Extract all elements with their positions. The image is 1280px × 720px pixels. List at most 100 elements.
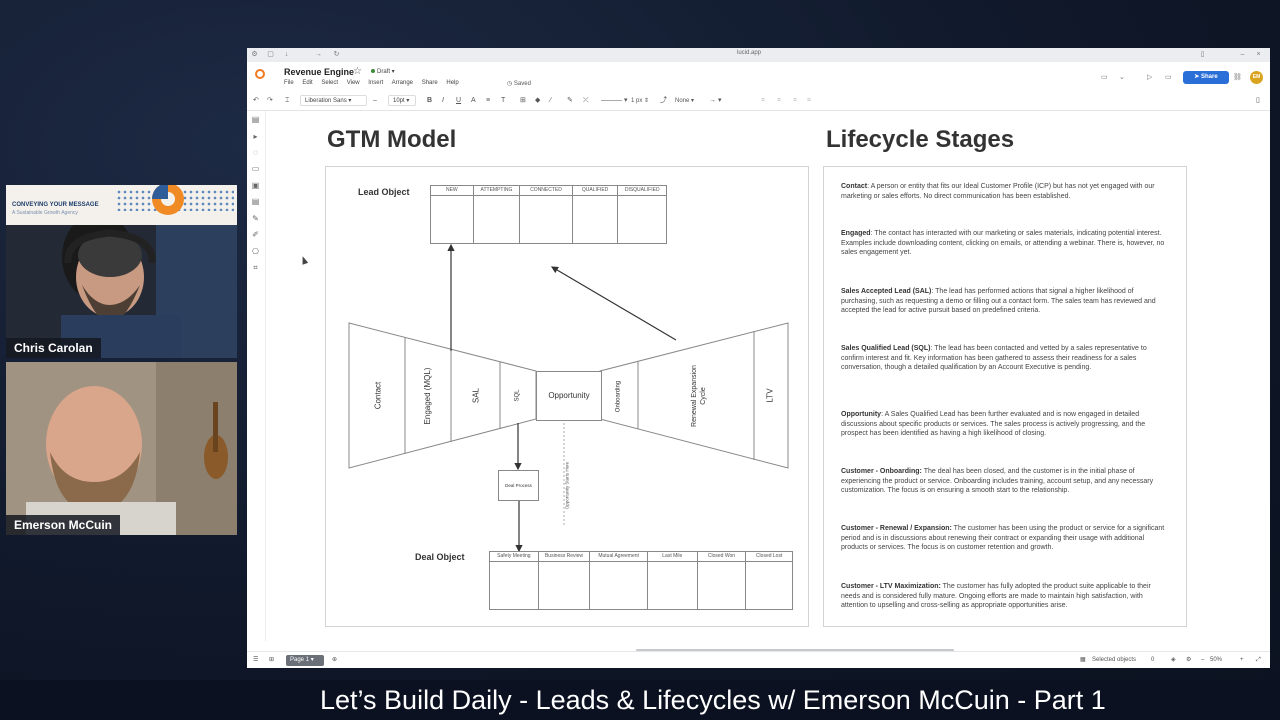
gtm-model-title[interactable]: GTM Model: [327, 126, 456, 154]
deal-object-table[interactable]: Safety Meeting Business Review Mutual Ag…: [489, 551, 793, 610]
funnel-stage-sql[interactable]: SQL: [514, 376, 523, 416]
star-icon[interactable]: ☆: [353, 66, 362, 77]
lifecycle-item[interactable]: Sales Qualified Lead (SQL): The lead has…: [841, 344, 1171, 373]
bold-icon[interactable]: B: [427, 96, 432, 106]
chevron-down-icon[interactable]: ⌄: [1119, 73, 1125, 81]
user-avatar[interactable]: EM: [1250, 71, 1263, 84]
text-color-icon[interactable]: A: [471, 96, 476, 106]
undo-icon[interactable]: ↶: [253, 96, 259, 106]
deal-col-mutual-agreement[interactable]: Mutual Agreement: [590, 552, 648, 609]
deal-process-box[interactable]: Deal Process: [498, 470, 539, 501]
text-options-icon[interactable]: T: [501, 96, 505, 106]
menu-edit[interactable]: Edit: [302, 80, 312, 86]
document-title[interactable]: Revenue Engine: [284, 67, 354, 77]
stroke-width-select[interactable]: 1 px ⇕: [631, 96, 649, 106]
underline-icon[interactable]: U: [456, 96, 461, 106]
lifecycle-item[interactable]: Customer - LTV Maximization: The custome…: [841, 582, 1171, 611]
fill-color-icon[interactable]: ◆: [535, 96, 540, 106]
line-color-icon[interactable]: ∕: [550, 96, 551, 106]
plugin-icon[interactable]: ⎔: [251, 247, 260, 256]
window-extension-icon[interactable]: ▯: [1199, 51, 1206, 58]
more-icon[interactable]: ⌗: [807, 96, 811, 106]
arrow-end-select[interactable]: → ▾: [709, 96, 721, 106]
menu-arrange[interactable]: Arrange: [392, 80, 413, 86]
lifecycle-panel[interactable]: Contact: A person or entity that fits ou…: [823, 166, 1187, 627]
download-icon[interactable]: ↓: [283, 51, 290, 58]
menu-view[interactable]: View: [347, 80, 360, 86]
link-icon[interactable]: ⛓: [1233, 73, 1242, 81]
page-list-icon[interactable]: ☰: [253, 656, 258, 665]
gtm-diagram[interactable]: Lead Object NEW ATTEMPTING CONNECTED QUA…: [325, 166, 809, 627]
sidebar-toggle-icon[interactable]: ▢: [267, 51, 274, 58]
video-icon[interactable]: ▭: [1165, 73, 1172, 81]
layers-icon[interactable]: ◈: [1171, 656, 1176, 665]
lifecycle-item[interactable]: Customer - Onboarding: The deal has been…: [841, 467, 1171, 496]
lock-icon[interactable]: ⌗: [777, 96, 781, 106]
window-close-icon[interactable]: ×: [1255, 51, 1262, 58]
menu-file[interactable]: File: [284, 80, 294, 86]
selected-objects-label[interactable]: Selected objects: [1092, 656, 1136, 665]
present-icon[interactable]: ▷: [1147, 73, 1152, 81]
lucid-logo-icon[interactable]: [255, 69, 265, 79]
funnel-stage-engaged[interactable]: Engaged (MQL): [423, 360, 433, 432]
pointer-icon[interactable]: ▸: [251, 132, 260, 141]
font-family-select[interactable]: Liberation Sans ▾: [300, 95, 367, 106]
funnel-stage-onboarding[interactable]: Onboarding: [615, 372, 624, 422]
forward-icon[interactable]: →: [315, 51, 322, 58]
lifecycle-item[interactable]: Customer - Renewal / Expansion: The cust…: [841, 524, 1171, 553]
url-text[interactable]: lucid.app: [737, 50, 761, 56]
lifecycle-item[interactable]: Opportunity: A Sales Qualified Lead has …: [841, 410, 1171, 439]
shape-style-icon[interactable]: ⤫: [583, 96, 589, 106]
highlight-icon[interactable]: ✎: [567, 96, 573, 106]
shapes-icon[interactable]: ◌: [251, 148, 260, 157]
deal-object-label[interactable]: Deal Object: [415, 552, 465, 562]
zoom-in-icon[interactable]: +: [1240, 656, 1244, 665]
window-menu-icon[interactable]: ⚙: [251, 51, 258, 58]
image-icon[interactable]: ▣: [251, 181, 260, 190]
menu-share[interactable]: Share: [422, 80, 438, 86]
distribute-icon[interactable]: ⌗: [793, 96, 797, 106]
panel-toggle-icon[interactable]: ▯: [1256, 96, 1260, 106]
funnel-stage-sal[interactable]: SAL: [472, 366, 481, 426]
zoom-out-icon[interactable]: –: [1201, 656, 1204, 665]
italic-icon[interactable]: I: [442, 96, 444, 106]
menu-help[interactable]: Help: [446, 80, 458, 86]
funnel-stage-renewal[interactable]: Renewal Expansion Cycle: [690, 361, 708, 431]
font-size-select[interactable]: 10pt ▾: [388, 95, 416, 106]
deal-col-safety[interactable]: Safety Meeting: [490, 552, 539, 609]
grid-view-icon[interactable]: ⊞: [269, 656, 274, 665]
reload-icon[interactable]: ↻: [333, 51, 340, 58]
window-minimize-icon[interactable]: –: [1239, 51, 1246, 58]
draft-status[interactable]: Draft ▾: [371, 68, 395, 75]
funnel-stage-contact[interactable]: Contact: [374, 356, 383, 436]
document-canvas[interactable]: GTM Model Lifecycle Stages Lead Object N…: [266, 111, 1266, 641]
lifecycle-item[interactable]: Sales Accepted Lead (SAL): The lead has …: [841, 287, 1171, 316]
group-icon[interactable]: ⌗: [761, 96, 765, 106]
format-painter-icon[interactable]: ⌶: [285, 96, 289, 106]
page-tab[interactable]: Page 1 ▾: [286, 655, 324, 666]
funnel-stage-ltv[interactable]: LTV: [766, 376, 775, 416]
redo-icon[interactable]: ↷: [267, 96, 273, 106]
more-tools-icon[interactable]: ⌗: [251, 263, 260, 272]
menu-select[interactable]: Select: [321, 80, 338, 86]
waypoint-icon[interactable]: ⤴: [660, 96, 667, 106]
line-style-select[interactable]: ——— ▾: [601, 96, 627, 106]
lifecycle-item[interactable]: Engaged: The contact has interacted with…: [841, 229, 1171, 258]
deal-col-closed-lost[interactable]: Closed Lost: [746, 552, 792, 609]
deal-col-closed-won[interactable]: Closed Won: [697, 552, 747, 609]
table-icon[interactable]: ⊞: [520, 96, 526, 106]
arrow-start-select[interactable]: None ▾: [675, 96, 694, 106]
add-page-icon[interactable]: ⊕: [332, 656, 337, 665]
menu-insert[interactable]: Insert: [368, 80, 383, 86]
zoom-level[interactable]: 50%: [1210, 656, 1222, 665]
fullscreen-icon[interactable]: ⤢: [1256, 656, 1261, 665]
opportunity-note[interactable]: Opportunity Starts Here: [563, 451, 572, 521]
draw-icon[interactable]: ✐: [251, 230, 260, 239]
rectangle-icon[interactable]: ▭: [251, 164, 260, 173]
share-button[interactable]: ➤ Share: [1183, 71, 1229, 84]
opportunity-box[interactable]: Opportunity: [536, 371, 602, 421]
comment-icon[interactable]: ▭: [1101, 73, 1108, 81]
align-icon[interactable]: ≡: [486, 96, 490, 106]
comment-tool-icon[interactable]: ▤: [251, 197, 260, 206]
lifecycle-stages-title[interactable]: Lifecycle Stages: [826, 126, 1014, 154]
